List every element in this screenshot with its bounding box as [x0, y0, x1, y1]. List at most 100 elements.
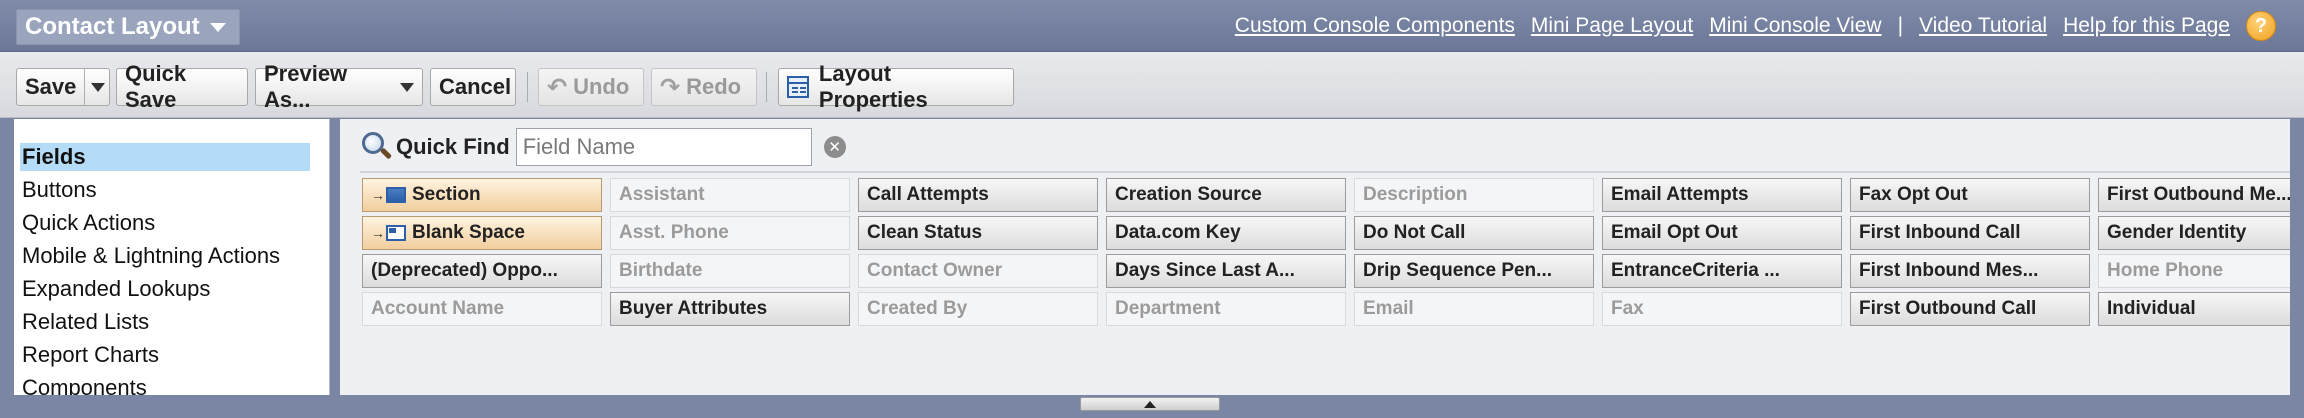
- category-quick-actions[interactable]: Quick Actions: [20, 209, 310, 237]
- palette-field-label: Department: [1115, 298, 1221, 319]
- palette-field-item: Asst. Phone: [610, 216, 850, 250]
- palette-field-item[interactable]: Creation Source: [1106, 178, 1346, 212]
- section-icon: [386, 187, 406, 203]
- palette-category-list: Fields Buttons Quick Actions Mobile & Li…: [14, 119, 330, 395]
- redo-button[interactable]: ↷ Redo: [651, 68, 757, 106]
- category-mobile-lightning-actions[interactable]: Mobile & Lightning Actions: [20, 242, 310, 270]
- chevron-down-icon: [209, 22, 226, 32]
- custom-console-components-link[interactable]: Custom Console Components: [1235, 14, 1515, 38]
- palette-field-label: First Inbound Mes...: [1859, 260, 2039, 281]
- palette-field-item[interactable]: Individual: [2098, 292, 2290, 326]
- palette-field-item[interactable]: Buyer Attributes: [610, 292, 850, 326]
- category-related-lists[interactable]: Related Lists: [20, 308, 310, 336]
- palette-field-item: Contact Owner: [858, 254, 1098, 288]
- palette-field-item[interactable]: First Inbound Call: [1850, 216, 2090, 250]
- quick-find-input[interactable]: [515, 128, 812, 166]
- palette-field-item[interactable]: First Inbound Mes...: [1850, 254, 2090, 288]
- redo-label: Redo: [686, 74, 742, 99]
- layout-properties-button[interactable]: Layout Properties: [778, 61, 1014, 112]
- chevron-down-icon: [91, 82, 106, 92]
- header-links: Custom Console Components Mini Page Layo…: [1235, 11, 2276, 41]
- redo-icon: ↷: [660, 73, 681, 101]
- palette-field-item[interactable]: → Blank Space: [362, 216, 602, 250]
- layout-title-dropdown[interactable]: Contact Layout: [16, 9, 240, 45]
- preview-as-label: Preview As...: [264, 61, 348, 112]
- panel-edge: [2290, 119, 2304, 395]
- undo-button[interactable]: ↶ Undo: [538, 68, 644, 106]
- palette-field-label: Created By: [867, 298, 968, 319]
- palette-field-label: First Outbound Me...: [2107, 184, 2290, 205]
- layout-title: Contact Layout: [25, 13, 200, 40]
- collapse-palette-handle[interactable]: [1080, 397, 1220, 411]
- palette-field-label: First Inbound Call: [1859, 222, 2021, 243]
- clear-search-icon[interactable]: ✕: [823, 136, 846, 158]
- palette-field-item[interactable]: → Section: [362, 178, 602, 212]
- palette-field-label: Buyer Attributes: [619, 298, 768, 319]
- palette-field-item: Description: [1354, 178, 1594, 212]
- palette-field-label: Drip Sequence Pen...: [1363, 260, 1552, 281]
- palette-field-item[interactable]: Days Since Last A...: [1106, 254, 1346, 288]
- palette-field-label: (Deprecated) Oppo...: [371, 260, 558, 281]
- undo-label: Undo: [573, 74, 630, 99]
- cancel-button[interactable]: Cancel: [430, 68, 516, 106]
- category-fields[interactable]: Fields: [20, 143, 310, 171]
- toolbar-divider: [527, 72, 528, 102]
- palette-divider: [360, 171, 2290, 173]
- palette-field-label: Creation Source: [1115, 184, 1262, 205]
- palette-field-item[interactable]: (Deprecated) Oppo...: [362, 254, 602, 288]
- palette-field-label: Fax Opt Out: [1859, 184, 1968, 205]
- palette-field-item[interactable]: Drip Sequence Pen...: [1354, 254, 1594, 288]
- palette-field-label: EntranceCriteria ...: [1611, 260, 1780, 281]
- drag-arrow-icon: →: [371, 187, 385, 203]
- preview-as-button[interactable]: Preview As...: [255, 61, 423, 112]
- palette-field-item: Account Name: [362, 292, 602, 326]
- palette-field-label: First Outbound Call: [1859, 298, 2037, 319]
- palette-field-label: Home Phone: [2107, 260, 2224, 281]
- palette-field-item[interactable]: Email Attempts: [1602, 178, 1842, 212]
- help-for-this-page-link[interactable]: Help for this Page: [2063, 14, 2230, 38]
- palette-field-item[interactable]: Gender Identity: [2098, 216, 2290, 250]
- category-expanded-lookups[interactable]: Expanded Lookups: [20, 275, 310, 303]
- palette-field-item: Department: [1106, 292, 1346, 326]
- palette-field-label: Call Attempts: [867, 184, 989, 205]
- palette-field-item[interactable]: Call Attempts: [858, 178, 1098, 212]
- palette-field-item: Home Phone: [2098, 254, 2290, 288]
- category-report-charts[interactable]: Report Charts: [20, 341, 310, 369]
- mini-console-view-link[interactable]: Mini Console View: [1709, 14, 1881, 38]
- palette-field-label: Days Since Last A...: [1115, 260, 1295, 281]
- video-tutorial-link[interactable]: Video Tutorial: [1919, 14, 2047, 38]
- palette-field-item[interactable]: First Outbound Me...: [2098, 178, 2290, 212]
- help-icon[interactable]: ?: [2246, 11, 2276, 41]
- mini-page-layout-link[interactable]: Mini Page Layout: [1531, 14, 1693, 38]
- undo-icon: ↶: [547, 73, 568, 101]
- palette-field-item[interactable]: Email Opt Out: [1602, 216, 1842, 250]
- page-header: Contact Layout Custom Console Components…: [0, 0, 2304, 52]
- palette-field-label: Email Attempts: [1611, 184, 1749, 205]
- palette-field-item[interactable]: EntranceCriteria ...: [1602, 254, 1842, 288]
- palette-field-label: Data.com Key: [1115, 222, 1241, 243]
- save-button[interactable]: Save: [16, 68, 110, 106]
- palette-field-label: Email: [1363, 298, 1414, 319]
- chevron-up-icon: [1144, 400, 1156, 408]
- chevron-down-icon: [400, 82, 414, 92]
- palette-field-item[interactable]: Fax Opt Out: [1850, 178, 2090, 212]
- palette-field-item[interactable]: Clean Status: [858, 216, 1098, 250]
- palette-field-label: Clean Status: [867, 222, 983, 243]
- toolbar-divider: [766, 72, 767, 102]
- drag-arrow-icon: →: [371, 225, 385, 241]
- palette-field-item[interactable]: First Outbound Call: [1850, 292, 2090, 326]
- save-button-label: Save: [25, 74, 77, 99]
- quick-find-label: Quick Find: [396, 134, 510, 159]
- palette-field-label: Gender Identity: [2107, 222, 2247, 243]
- category-buttons[interactable]: Buttons: [20, 176, 310, 204]
- palette-field-item: Assistant: [610, 178, 850, 212]
- quick-save-button[interactable]: Quick Save: [116, 61, 248, 112]
- quick-find: Quick Find ✕: [362, 127, 846, 167]
- layout-properties-icon: [787, 76, 809, 98]
- palette-field-label: Account Name: [371, 298, 505, 319]
- palette-field-label: Fax: [1611, 298, 1644, 319]
- save-menu-toggle[interactable]: [84, 69, 106, 105]
- palette-field-item[interactable]: Data.com Key: [1106, 216, 1346, 250]
- palette-field-item[interactable]: Do Not Call: [1354, 216, 1594, 250]
- category-components[interactable]: Components: [20, 374, 310, 395]
